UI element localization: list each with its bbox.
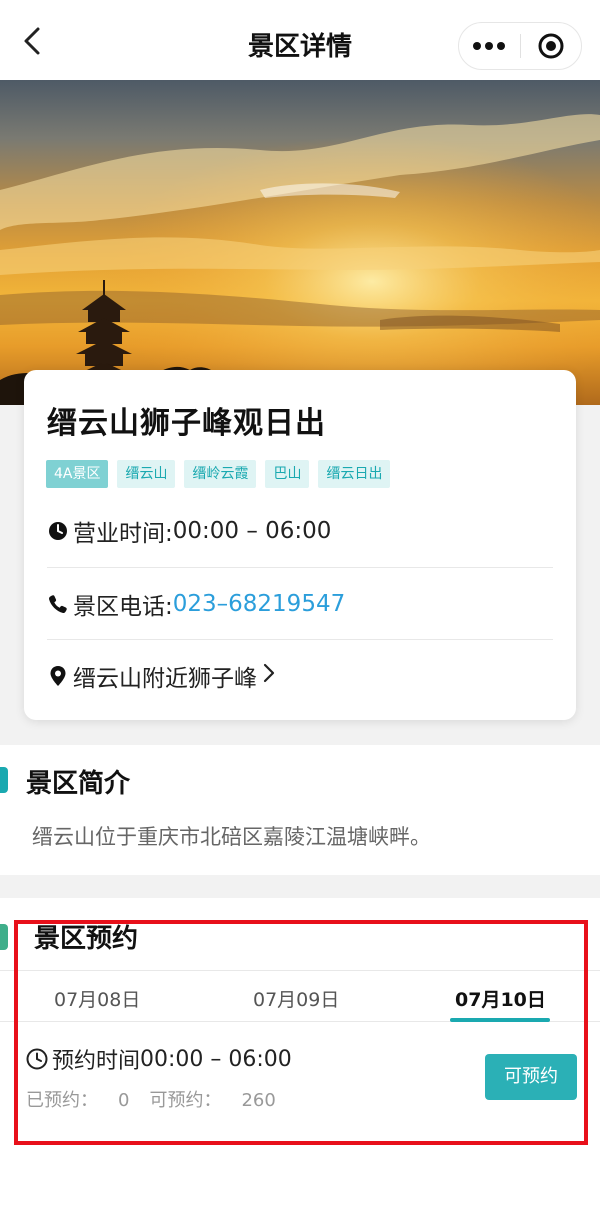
hours-value: 00:00 – 06:00 — [172, 518, 332, 544]
slot-label: 预约时间 — [52, 1049, 141, 1074]
nav-header: 景区详情 — [0, 0, 600, 80]
hours-label: 营业时间: — [73, 521, 173, 547]
clock-icon — [47, 520, 69, 542]
booked-count: 已预约： 0 — [26, 1090, 130, 1111]
active-tab-indicator — [450, 1018, 550, 1022]
phone-label: 景区电话: — [73, 593, 173, 620]
page: 景区详情 缙云山狮子峰观日出 4A景区 缙云山 缙岭云霞 巴山 缙云日出 营业时… — [0, 0, 600, 1209]
tag-list: 4A景区 缙云山 缙岭云霞 巴山 缙云日出 — [46, 460, 391, 488]
address-text: 缙云山附近狮子峰 — [73, 665, 257, 692]
phone-icon — [47, 593, 69, 615]
clock-outline-icon — [26, 1048, 48, 1070]
book-button[interactable]: 可预约 — [485, 1054, 577, 1100]
intro-text: 缙云山位于重庆市北碚区嘉陵江温塘峡畔。 — [32, 825, 431, 849]
date-tab-0710[interactable]: 07月10日 — [455, 985, 546, 1012]
date-tab-0709[interactable]: 07月09日 — [253, 985, 339, 1012]
tag: 巴山 — [265, 460, 310, 488]
reservation-section: 景区预约 07月08日 07月09日 07月10日 预约时间 00:00 – 0… — [0, 898, 600, 1209]
reservation-title: 景区预约 — [34, 924, 139, 954]
tag: 缙云日出 — [318, 460, 391, 488]
more-dots-icon — [473, 42, 506, 50]
scenic-name: 缙云山狮子峰观日出 — [47, 406, 326, 441]
close-mini-program-button[interactable] — [520, 23, 581, 69]
reservation-slot-time: 预约时间 00:00 – 06:00 — [26, 1043, 292, 1075]
intro-title: 景区简介 — [26, 769, 131, 799]
tag-level: 4A景区 — [46, 460, 109, 488]
business-hours-row: 营业时间: 00:00 – 06:00 — [47, 495, 553, 567]
address-row[interactable]: 缙云山附近狮子峰 — [47, 639, 553, 711]
available-count: 可预约： 260 — [149, 1090, 276, 1111]
phone-row: 景区电话: 023–68219547 — [47, 567, 553, 639]
hero-image — [0, 80, 600, 405]
slot-value: 00:00 – 06:00 — [140, 1046, 292, 1072]
more-button[interactable] — [459, 23, 520, 69]
target-icon — [538, 33, 564, 59]
section-accent-bar — [0, 924, 8, 950]
scenic-info-card: 缙云山狮子峰观日出 4A景区 缙云山 缙岭云霞 巴山 缙云日出 营业时间: 00… — [24, 370, 576, 720]
section-accent-bar — [0, 767, 8, 793]
tag: 缙岭云霞 — [184, 460, 257, 488]
intro-section: 景区简介 缙云山位于重庆市北碚区嘉陵江温塘峡畔。 — [0, 745, 600, 875]
location-pin-icon — [47, 665, 69, 687]
chevron-right-icon — [263, 663, 275, 689]
date-tab-0708[interactable]: 07月08日 — [54, 985, 140, 1012]
date-tabs: 07月08日 07月09日 07月10日 — [0, 970, 600, 1022]
sunset-pagoda-photo — [0, 80, 600, 405]
phone-number-link[interactable]: 023–68219547 — [173, 591, 345, 617]
mini-program-capsule — [458, 22, 582, 70]
slot-capacity: 已预约： 0 可预约： 260 — [26, 1086, 276, 1112]
tag: 缙云山 — [117, 460, 176, 488]
